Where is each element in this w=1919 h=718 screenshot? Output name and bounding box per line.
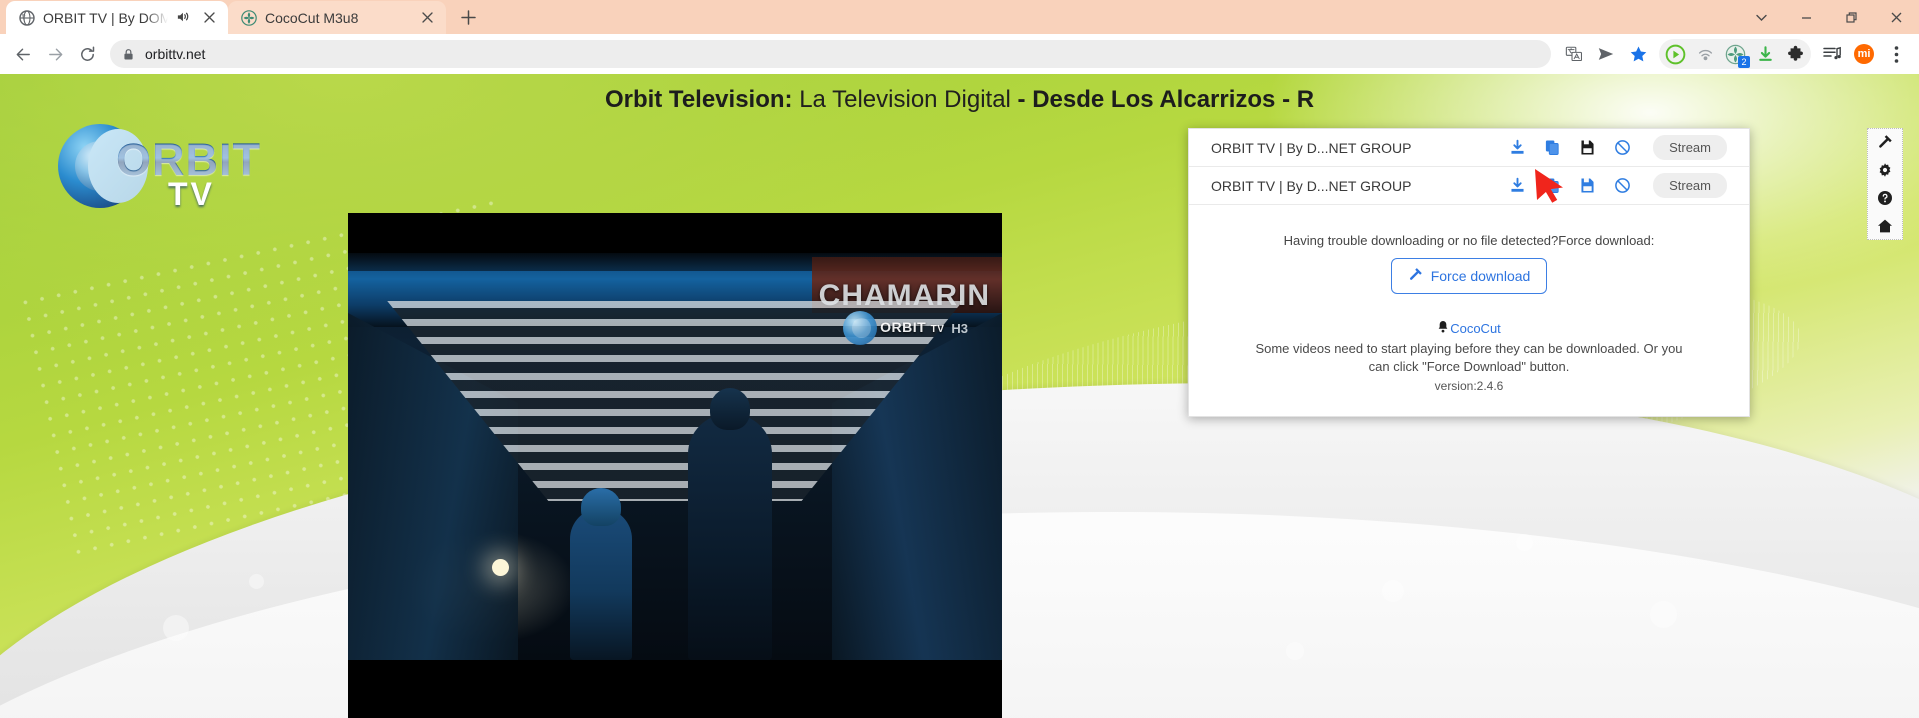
gear-icon[interactable] bbox=[1871, 159, 1899, 181]
letterbox-bottom bbox=[348, 660, 1002, 718]
window-controls bbox=[1739, 0, 1919, 34]
globe-icon bbox=[18, 9, 35, 26]
site-logo[interactable]: ORBIT TV bbox=[58, 116, 260, 212]
mi-logo-label: mi bbox=[1854, 44, 1874, 64]
background-bubble bbox=[163, 614, 190, 641]
background-bubble bbox=[1285, 642, 1304, 661]
lock-icon bbox=[122, 48, 135, 61]
download-row[interactable]: ORBIT TV | By D...NET GROUP Stream bbox=[1189, 167, 1749, 205]
download-extension-icon[interactable] bbox=[1750, 39, 1780, 69]
force-download-button[interactable]: Force download bbox=[1390, 258, 1548, 294]
background-bubble bbox=[1516, 533, 1533, 551]
stream-badge[interactable]: Stream bbox=[1653, 173, 1727, 198]
force-download-wrapper: Force download bbox=[1189, 258, 1749, 294]
force-download-label: Force download bbox=[1430, 268, 1531, 284]
close-icon[interactable] bbox=[1874, 0, 1919, 34]
tab-title: CocoCut M3u8 bbox=[265, 9, 359, 26]
scene-lamp bbox=[491, 559, 509, 576]
letterbox-top bbox=[348, 213, 1002, 253]
cococut-popup-panel: ORBIT TV | By D...NET GROUP Stream ORBIT… bbox=[1188, 128, 1750, 417]
download-row-actions bbox=[1508, 177, 1631, 195]
back-arrow-icon[interactable] bbox=[8, 39, 38, 69]
stream-badge[interactable]: Stream bbox=[1653, 135, 1727, 160]
download-icon[interactable] bbox=[1508, 139, 1526, 157]
cococut-brand-label: CocoCut bbox=[1450, 320, 1501, 336]
tab-cococut-m3u8[interactable]: CocoCut M3u8 bbox=[228, 1, 446, 34]
cococut-brand-link[interactable]: CocoCut bbox=[1189, 320, 1749, 336]
puzzle-extensions-icon[interactable] bbox=[1780, 39, 1810, 69]
mouse-cursor bbox=[1533, 168, 1567, 209]
play-extension-icon[interactable] bbox=[1660, 39, 1690, 69]
scene-figure-adult bbox=[688, 414, 773, 660]
tab-close-button[interactable] bbox=[200, 9, 218, 27]
tab-strip: ORBIT TV | By DOMINI CocoCut M3u8 bbox=[0, 0, 1919, 34]
extension-group: 2 bbox=[1659, 39, 1811, 69]
popup-note: Some videos need to start playing before… bbox=[1255, 341, 1683, 374]
browser-window: ORBIT TV | By DOMINI CocoCut M3u8 bbox=[0, 0, 1919, 718]
site-logo-sub: TV bbox=[168, 176, 215, 212]
more-menu-icon[interactable] bbox=[1881, 39, 1911, 69]
send-icon[interactable] bbox=[1591, 39, 1621, 69]
tab-close-button[interactable] bbox=[418, 9, 436, 27]
new-tab-button[interactable] bbox=[454, 3, 482, 31]
trouble-text: Having trouble downloading or no file de… bbox=[1283, 233, 1655, 248]
block-icon[interactable] bbox=[1613, 177, 1631, 195]
tab-title: ORBIT TV | By DOMINI bbox=[43, 9, 168, 26]
page-title: Orbit Television: La Television Digital … bbox=[0, 86, 1919, 114]
speaker-playing-icon[interactable] bbox=[176, 10, 192, 26]
watermark-text: ORBIT TV bbox=[880, 320, 944, 336]
video-watermark: ORBIT TV H3 bbox=[843, 311, 968, 345]
popup-version: version:2.4.6 bbox=[1434, 379, 1504, 394]
chevron-down-icon[interactable] bbox=[1739, 0, 1784, 34]
home-icon[interactable] bbox=[1871, 215, 1899, 237]
download-row-title: ORBIT TV | By D...NET GROUP bbox=[1211, 139, 1412, 156]
page-title-part1: Orbit Television: bbox=[604, 86, 793, 113]
orbit-ring-icon bbox=[843, 311, 878, 345]
watermark-word: ORBIT bbox=[880, 319, 927, 336]
page-viewport: Orbit Television: La Television Digital … bbox=[0, 74, 1919, 718]
save-file-icon[interactable] bbox=[1578, 177, 1596, 195]
save-file-icon[interactable] bbox=[1578, 139, 1596, 157]
cococut-icon bbox=[240, 9, 257, 26]
tab-orbit-tv[interactable]: ORBIT TV | By DOMINI bbox=[6, 1, 228, 34]
watermark-sub: TV bbox=[930, 324, 945, 336]
page-title-part2: La Television Digital bbox=[792, 86, 1011, 113]
bookmark-star-icon[interactable] bbox=[1623, 39, 1653, 69]
cococut-extension-icon[interactable]: 2 bbox=[1720, 39, 1750, 69]
translate-icon[interactable] bbox=[1559, 39, 1589, 69]
block-icon[interactable] bbox=[1613, 139, 1631, 157]
browser-toolbar: orbittv.net 2 mi bbox=[0, 34, 1919, 74]
video-player[interactable]: CHAMARIN ORBIT TV H3 bbox=[348, 213, 1002, 718]
cast-extension-icon[interactable] bbox=[1690, 39, 1720, 69]
scene-figure-child bbox=[570, 508, 633, 660]
page-side-rail bbox=[1867, 128, 1903, 240]
address-bar[interactable]: orbittv.net bbox=[110, 40, 1551, 68]
watermark-extra: H3 bbox=[951, 320, 968, 336]
download-icon[interactable] bbox=[1508, 177, 1526, 195]
playlist-icon[interactable] bbox=[1817, 39, 1847, 69]
copy-icon[interactable] bbox=[1543, 139, 1561, 157]
download-row-actions bbox=[1508, 139, 1631, 157]
address-bar-url: orbittv.net bbox=[145, 46, 206, 62]
hammer-icon bbox=[1408, 267, 1423, 285]
toolbar-icons: 2 mi bbox=[1559, 39, 1911, 69]
help-icon[interactable] bbox=[1871, 187, 1899, 209]
background-bubble bbox=[1381, 580, 1404, 603]
bell-icon bbox=[1437, 320, 1449, 336]
video-frame: CHAMARIN ORBIT TV H3 bbox=[348, 213, 1002, 718]
minimize-icon[interactable] bbox=[1784, 0, 1829, 34]
page-title-part3: - Desde Los Alcarrizos - R bbox=[1010, 86, 1315, 113]
mi-account-icon[interactable]: mi bbox=[1849, 39, 1879, 69]
extension-badge-count: 2 bbox=[1738, 56, 1750, 68]
download-row[interactable]: ORBIT TV | By D...NET GROUP Stream bbox=[1189, 129, 1749, 167]
download-row-title: ORBIT TV | By D...NET GROUP bbox=[1211, 177, 1412, 194]
background-bubble bbox=[1650, 600, 1678, 628]
forward-arrow-icon[interactable] bbox=[40, 39, 70, 69]
hammer-icon[interactable] bbox=[1871, 131, 1899, 153]
restore-icon[interactable] bbox=[1829, 0, 1874, 34]
reload-icon[interactable] bbox=[72, 39, 102, 69]
